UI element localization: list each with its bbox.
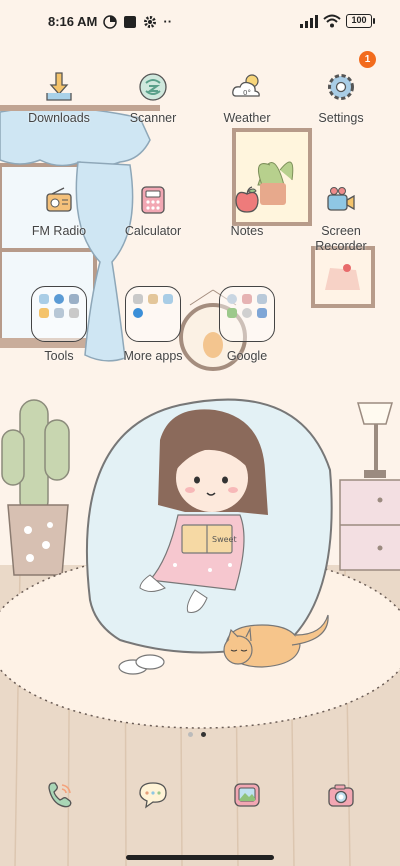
app-label-settings: Settings xyxy=(318,111,364,125)
gallery-icon[interactable] xyxy=(232,780,262,810)
app-label-tools: Tools xyxy=(44,349,74,363)
folder-google[interactable]: Google xyxy=(201,286,293,364)
wifi-icon xyxy=(323,14,341,28)
app-notes[interactable]: Notes xyxy=(201,183,293,239)
apple-notes-icon xyxy=(230,183,264,217)
page-indicator xyxy=(188,732,206,737)
app-settings[interactable]: Settings xyxy=(295,70,387,126)
battery-icon: 100 xyxy=(346,14,375,28)
camera-icon[interactable] xyxy=(326,780,356,810)
scanner-icon xyxy=(136,70,170,104)
settings-notification-badge: 1 xyxy=(359,51,376,68)
dock xyxy=(0,780,400,812)
messages-icon[interactable] xyxy=(138,780,168,810)
status-time: 8:16 AM xyxy=(48,14,98,29)
radio-icon xyxy=(42,183,76,217)
app-calculator[interactable]: Calculator xyxy=(107,183,199,239)
app-label-downloads: Downloads xyxy=(28,111,90,125)
phone-icon[interactable] xyxy=(45,780,75,810)
downloads-icon xyxy=(42,70,76,104)
app-label-more-apps: More apps xyxy=(123,349,183,363)
app-label-notes: Notes xyxy=(230,224,264,238)
folder-icon xyxy=(31,286,87,342)
app-label-weather: Weather xyxy=(223,111,271,125)
folder-more-apps[interactable]: More apps xyxy=(107,286,199,364)
page-dot-active[interactable] xyxy=(201,732,206,737)
screen-recorder-line1: Screen xyxy=(321,224,361,238)
video-camera-icon xyxy=(324,183,358,217)
calculator-icon xyxy=(136,183,170,217)
page-dot[interactable] xyxy=(188,732,193,737)
folder-tools[interactable]: Tools xyxy=(13,286,105,364)
app-label-calculator: Calculator xyxy=(124,224,182,238)
weather-icon: 0° xyxy=(230,70,264,104)
app-label-scanner: Scanner xyxy=(129,111,177,125)
folder-icon xyxy=(125,286,181,342)
app-label-fm-radio: FM Radio xyxy=(31,224,87,238)
app-label-google: Google xyxy=(226,349,268,363)
settings-icon xyxy=(324,70,358,104)
home-indicator[interactable] xyxy=(126,855,274,860)
folder-icon xyxy=(219,286,275,342)
app-weather[interactable]: 0° Weather xyxy=(201,70,293,126)
signal-icon xyxy=(300,14,318,28)
status-bar: 8:16 AM ·· 100 xyxy=(0,0,400,44)
app-label-screen-recorder: Screen Recorder xyxy=(315,224,366,254)
gear-icon xyxy=(144,15,157,28)
app-scanner[interactable]: Scanner xyxy=(107,70,199,126)
notification-square-icon xyxy=(124,15,137,28)
more-notifications-icon: ·· xyxy=(163,14,173,29)
cake-picture-frame xyxy=(311,246,375,308)
screen-recorder-line2: Recorder xyxy=(315,239,367,253)
app-downloads[interactable]: Downloads xyxy=(13,70,105,126)
book-text: Sweet xyxy=(212,535,237,544)
app-screen-recorder[interactable]: Screen Recorder xyxy=(295,183,387,254)
app-fm-radio[interactable]: FM Radio xyxy=(13,183,105,239)
data-saver-icon xyxy=(103,14,118,29)
svg-text:0°: 0° xyxy=(243,89,251,97)
